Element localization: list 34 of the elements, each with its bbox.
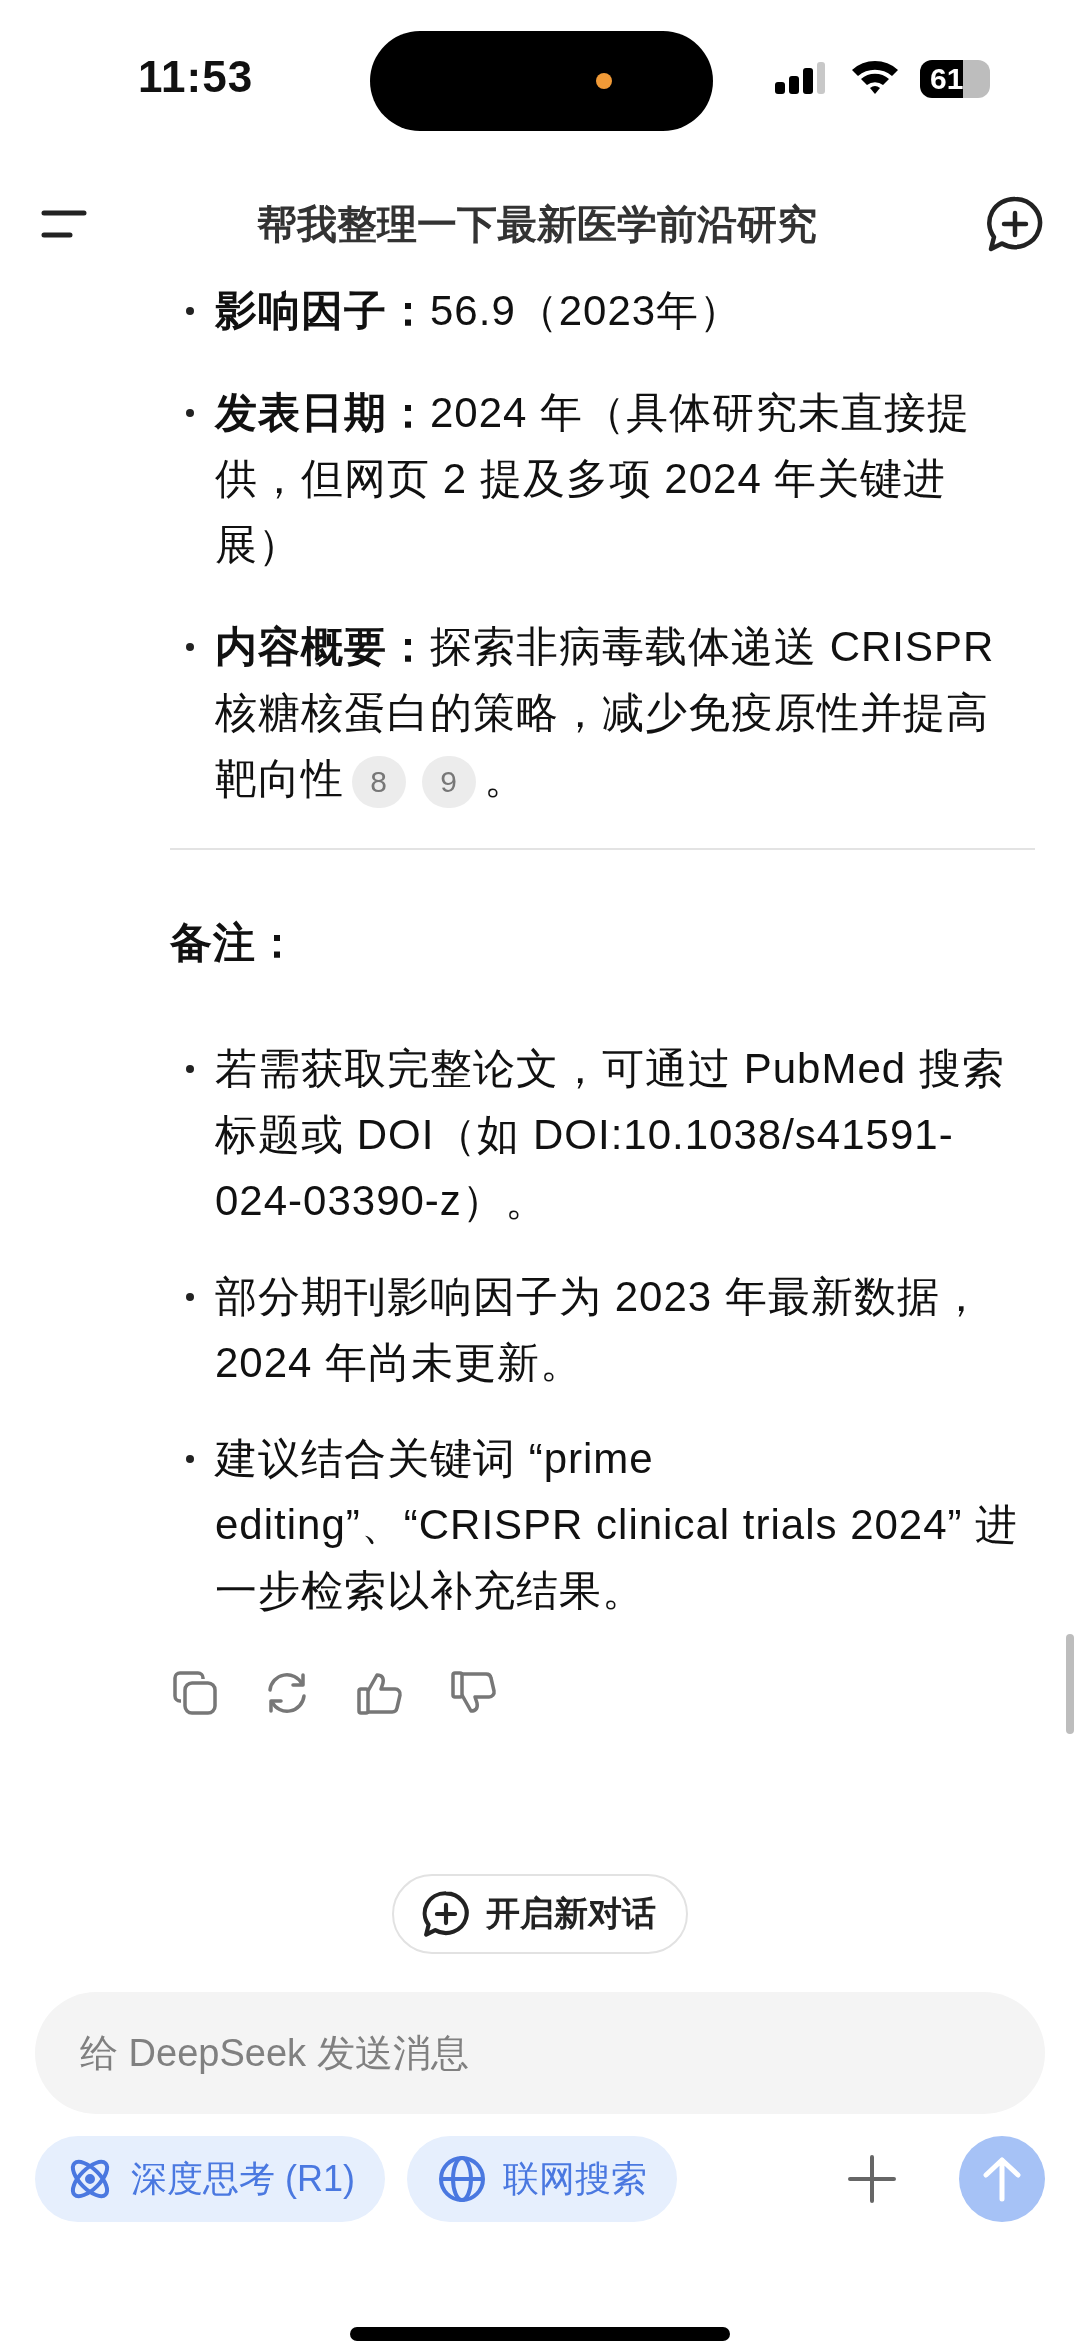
signal-icon [775, 62, 827, 96]
new-chat-icon[interactable] [986, 195, 1044, 253]
bullet-icon [186, 1293, 194, 1301]
detail-text: 内容概要：探索非病毒载体递送 CRISPR 核糖核蛋白的策略，减少免疫原性并提高靶向性 8 9 。 [215, 614, 1022, 812]
indicator-dot-icon [596, 73, 612, 89]
bullet-icon [186, 1065, 194, 1073]
add-button[interactable] [847, 2154, 897, 2204]
chat-title: 帮我整理一下最新医学前沿研究 [257, 200, 817, 248]
detail-text: 发表日期：2024 年（具体研究未直接提供，但网页 2 提及多项 2024 年关键进展） [215, 388, 972, 570]
menu-button[interactable] [40, 209, 88, 239]
bullet-icon [186, 307, 194, 315]
notes-heading: 备注： [170, 918, 300, 968]
copy-button[interactable] [172, 1670, 218, 1716]
status-time: 11:53 [138, 52, 254, 102]
detail-text: 影响因子：56.9（2023年） [215, 286, 744, 336]
wifi-icon [850, 58, 900, 96]
globe-icon [437, 2154, 487, 2204]
arrow-up-icon [982, 2156, 1022, 2202]
message-field[interactable]: 给 DeepSeek 发送消息 [35, 1992, 1045, 2114]
citation-badge[interactable]: 8 [352, 755, 406, 808]
toggle-chip[interactable]: 深度思考 (R1) [35, 2136, 385, 2222]
thumbs-down-button[interactable] [450, 1670, 498, 1716]
bullet-icon [186, 643, 194, 651]
new-chat-button[interactable]: 开启新对话 [392, 1874, 688, 1954]
thumbs-up-button[interactable] [356, 1670, 404, 1716]
bullet-icon [186, 409, 194, 417]
battery-level: 61 [920, 60, 990, 98]
citation-badge[interactable]: 9 [422, 755, 476, 808]
note-text: 若需获取完整论文，可通过 PubMed 搜索标题或 DOI（如 DOI:10.1038/s41591-024-03390-z）。 [215, 1044, 1006, 1226]
chat-plus-icon [422, 1890, 470, 1938]
note-text: 部分期刊影响因子为 2023 年最新数据，2024 年尚未更新。 [215, 1272, 984, 1388]
note-text: 建议结合关键词 “prime editing”、“CRISPR clinical trials 2024” 进一步检索以补充结果。 [215, 1434, 1020, 1616]
bullet-icon [186, 1455, 194, 1463]
toggle-chip[interactable]: 联网搜索 [407, 2136, 677, 2222]
